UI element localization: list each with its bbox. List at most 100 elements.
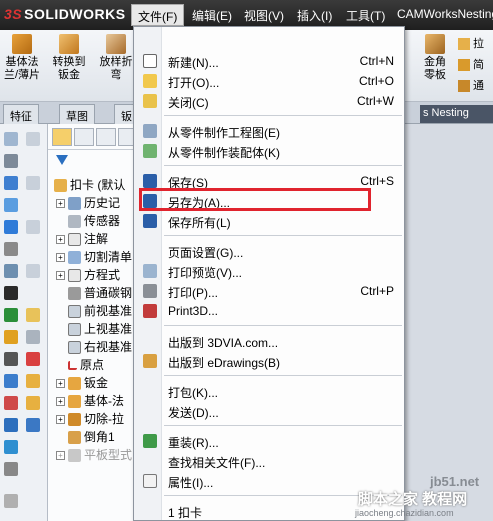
menu-insert[interactable]: 插入(I) [297,7,332,24]
menu-camworks-nesting[interactable]: CAMWorksNesting [397,7,493,21]
view-icon[interactable] [4,132,18,146]
properties-icon [143,474,157,488]
tree-node-cut-extrude[interactable]: + 切除-拉 [56,410,124,428]
tree-node-chamfer[interactable]: 倒角1 [68,428,115,446]
yellow-tool-icon[interactable] [26,374,40,388]
tree-node-annotations[interactable]: + 注解 [56,230,108,248]
tree-node-base-flange[interactable]: + 基体-法 [56,392,124,410]
expand-icon[interactable]: + [56,235,65,245]
menu-item-print[interactable]: 打印(P)... Ctrl+P [134,281,404,301]
wave-icon[interactable] [4,352,18,366]
measure-icon[interactable] [4,396,18,410]
rotate-icon[interactable] [4,330,18,344]
tree-node-cutlist[interactable]: + 切割清单 [56,248,132,266]
menu-edit[interactable]: 编辑(E) [192,7,232,24]
plane-tool-icon[interactable] [4,264,18,278]
yellow-tool-icon[interactable] [26,396,40,410]
tab-nesting[interactable]: s Nesting [420,105,493,123]
tree-node-equations[interactable]: + 方程式 [56,266,120,284]
sheet-icon[interactable] [4,494,18,508]
tree-node-top-plane[interactable]: 上视基准 [68,320,132,338]
vent-button[interactable]: 通 [458,76,484,97]
filter-icon[interactable] [56,155,68,165]
menu-item-close[interactable]: 关闭(C) Ctrl+W [134,91,404,111]
blue-ball-icon[interactable] [4,440,18,454]
tool-icon[interactable] [4,418,18,432]
base-flange-button[interactable]: 基体法 兰/薄片 [0,34,44,82]
convert-sheetmetal-button[interactable]: 转换到 钣金 [47,34,91,82]
stack-icon[interactable] [4,462,18,476]
watermark-brand: 脚本之家 教程网 [358,491,468,508]
menu-item-pack-and-go[interactable]: 打包(K)... [134,381,404,401]
watermark-site: jb51.net [430,474,480,489]
configuration-tab-icon[interactable] [96,128,116,146]
tree-node-right-plane[interactable]: 右视基准 [68,338,132,356]
corner-button[interactable]: 金角 零板 [413,34,457,82]
gear-icon[interactable] [4,242,18,256]
menu-file[interactable]: 文件(F) [131,4,184,26]
lofted-bend-icon [106,34,126,54]
tree-node-origin[interactable]: 原点 [68,356,104,374]
menu-tools[interactable]: 工具(T) [346,7,385,24]
tab-sketch[interactable]: 草图 [59,104,95,124]
tree-node-flat-pattern[interactable]: + 平板型式 [56,446,132,464]
menu-item-publish-edrawings[interactable]: 出版到 eDrawings(B) [134,351,404,371]
sensor-icon [68,215,81,229]
lofted-bend-button[interactable]: 放样折 弯 [94,34,138,82]
menu-item-make-drawing[interactable]: 从零件制作工程图(E) [134,121,404,141]
expand-icon[interactable]: + [56,379,65,389]
tree-node-front-plane[interactable]: 前视基准 [68,302,132,320]
menu-item-print-preview[interactable]: 打印预览(V)... [134,261,404,281]
menu-item-print3d[interactable]: Print3D... [134,301,404,321]
convert-sheetmetal-icon [59,34,79,54]
line-icon[interactable] [4,154,18,168]
menu-item-publish-3dvia[interactable]: 出版到 3DVIA.com... [134,331,404,351]
red-tool-icon[interactable] [26,352,40,366]
expand-icon[interactable]: + [56,199,65,209]
tree-node-sensors[interactable]: 传感器 [68,212,120,230]
menu-item-make-assembly[interactable]: 从零件制作装配体(K) [134,141,404,161]
menu-item-save-all[interactable]: 保存所有(L) [134,211,404,231]
tree-node-sheetmetal[interactable]: + 钣金 [56,374,108,392]
feature-icon [68,395,81,409]
save-all-icon [143,214,157,228]
expand-icon[interactable]: + [56,451,65,461]
pattern-icon[interactable] [4,220,18,234]
menu-item-reload[interactable]: 重装(R)... [134,431,404,451]
menu-separator [164,235,402,236]
propertymanager-tab-icon[interactable] [74,128,94,146]
expand-icon[interactable]: + [56,253,65,263]
pencil-icon[interactable] [26,308,40,322]
box-icon[interactable] [4,176,18,190]
menu-item-send[interactable]: 发送(D)... [134,401,404,421]
tab-features[interactable]: 特征 [3,104,39,124]
simple-button[interactable]: 简 [458,55,484,76]
sketch-tool-icon[interactable] [26,132,40,146]
expand-icon[interactable]: + [56,415,65,425]
cut-icon [68,413,81,427]
menu-item-open[interactable]: 打开(O)... Ctrl+O [134,71,404,91]
menu-view[interactable]: 视图(V) [244,7,284,24]
green-tool-icon[interactable] [4,308,18,322]
expand-icon[interactable]: + [56,271,65,281]
extrude-tool-icon[interactable] [4,286,18,300]
tree-node-history[interactable]: + 历史记 [56,194,120,212]
sketch-tool-icon[interactable] [26,220,40,234]
cube-icon[interactable] [4,198,18,212]
sketch-tool-icon[interactable] [26,176,40,190]
expand-icon[interactable]: + [56,397,65,407]
solidworks-logo: 3S SOLIDWORKS [4,6,126,22]
menu-item-page-setup[interactable]: 页面设置(G)... [134,241,404,261]
extrude-button[interactable]: 拉 [458,34,484,55]
featuremanager-tab-icon[interactable] [52,128,72,146]
tree-node-material[interactable]: 普通碳钢 [68,284,132,302]
right-mini-buttons: 拉 简 通 [458,34,484,97]
sketch-tool-icon[interactable] [26,264,40,278]
plus-icon[interactable] [26,330,40,344]
open-folder-icon [143,74,157,88]
menu-item-new[interactable]: 新建(N)... Ctrl+N [134,51,404,71]
menu-item-find-references[interactable]: 查找相关文件(F)... [134,451,404,471]
tree-node-root[interactable]: 扣卡 (默认 [54,176,125,194]
globe-icon[interactable] [4,374,18,388]
blue-tool-icon[interactable] [26,418,40,432]
